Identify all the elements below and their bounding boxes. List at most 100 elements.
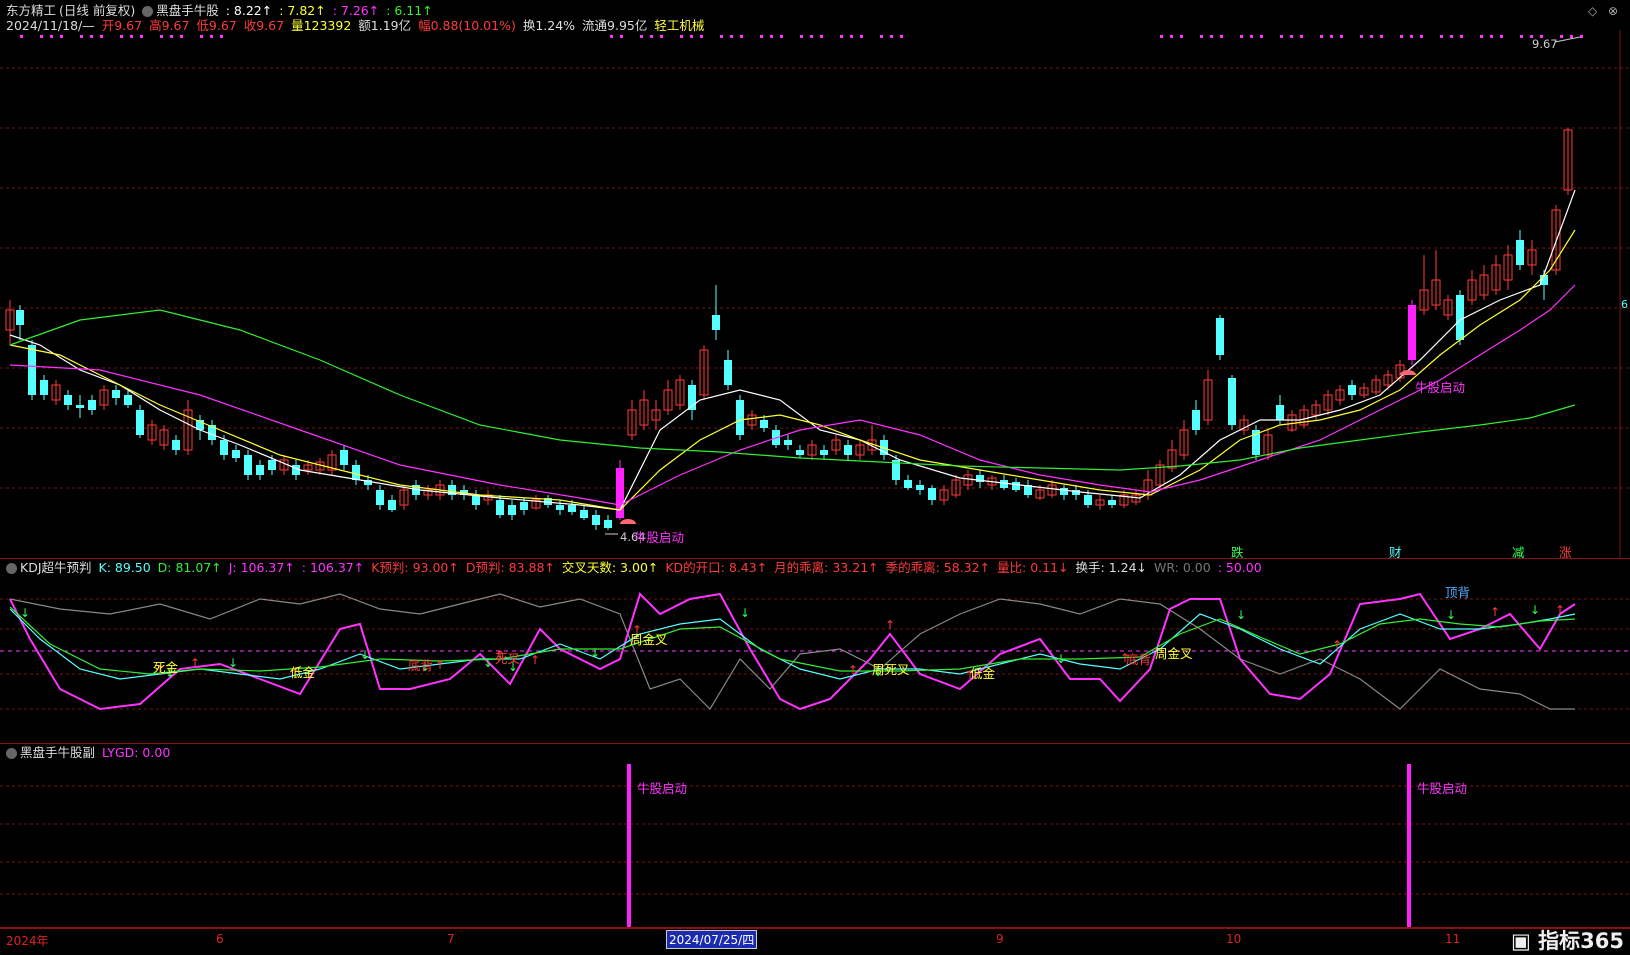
bull-signal-label-2: 牛股启动 <box>1415 380 1466 395</box>
dot-marker <box>880 35 883 38</box>
high-price-label: 9.67 <box>1532 37 1558 51</box>
right-edge-value: 6 <box>1621 298 1628 311</box>
dot-marker <box>640 35 643 38</box>
dot-marker <box>1320 35 1323 38</box>
candle-body <box>592 515 600 525</box>
dot-marker <box>1460 35 1463 38</box>
sub-settings-icon[interactable] <box>6 748 17 759</box>
quote-turnover: 换1.24% <box>522 18 576 33</box>
down-arrow-icon: ↓ <box>590 646 600 660</box>
quote-date: 2024/11/18/— <box>6 18 95 33</box>
up-arrow-icon: ↑ <box>190 656 200 670</box>
candle-body <box>520 502 528 510</box>
dot-marker <box>680 35 683 38</box>
dot-marker <box>1260 35 1263 38</box>
up-arrow-icon: ↑ <box>1555 603 1565 617</box>
dot-marker <box>80 35 83 38</box>
candle-body <box>604 520 612 528</box>
dot-marker <box>1370 35 1373 38</box>
dot-marker <box>1170 35 1173 38</box>
candle-body <box>1348 385 1356 395</box>
dot-marker <box>140 35 143 38</box>
dot-marker <box>810 35 813 38</box>
down-arrow-icon: ↓ <box>228 656 238 670</box>
sub-header: 黑盘手牛股副 LYGD: 0.00 <box>6 746 173 760</box>
dot-marker <box>1340 35 1343 38</box>
dot-marker <box>610 35 613 38</box>
dot-marker <box>760 35 763 38</box>
kdj-cross-days: 交叉天数: 3.00↑ <box>561 560 659 575</box>
candle-body <box>784 440 792 445</box>
candle-body <box>1228 378 1236 425</box>
sub-signal-label-1: 牛股启动 <box>637 781 688 796</box>
kdj-chart[interactable]: ↓↓↓↓↓ ↓ ↓↓↓↓↓↓ ↓ ↓↑ ↑↑↑↑ ↑↑↑↑↑↑↑↑ ↑ <box>0 559 1630 743</box>
xtick-10: 10 <box>1226 932 1242 946</box>
kdj-wr: WR: 0.00 <box>1154 560 1211 575</box>
date-axis[interactable]: 2024年 6 7 2024/07/25/四 9 10 11 ▣ 指标365 <box>0 928 1630 953</box>
selected-date[interactable]: 2024/07/25/四 <box>666 930 758 949</box>
bull-bar-1 <box>627 764 631 927</box>
sub-name: 黑盘手牛股副 <box>20 745 96 760</box>
chart-close-icon[interactable]: ⊗ <box>1608 4 1618 18</box>
dot-marker <box>100 35 103 38</box>
dot-marker <box>770 35 773 38</box>
kdj-settings-icon[interactable] <box>6 563 17 574</box>
candle-body <box>1456 295 1464 340</box>
down-arrow-icon: ↓ <box>1446 608 1456 622</box>
up-arrow-icon: ↑ <box>1332 638 1342 652</box>
quote-industry[interactable]: 轻工机械 <box>654 18 704 33</box>
kdj-vol-ratio: 量比: 0.11↓ <box>997 560 1069 575</box>
candle-body <box>1060 488 1068 495</box>
bull-sub-panel[interactable]: 黑盘手牛股副 LYGD: 0.00 牛股启动 牛股启动 <box>0 744 1630 928</box>
kdj-label-5: 周金叉 <box>630 632 668 647</box>
dot-marker <box>60 35 63 38</box>
quote-float: 流通9.95亿 <box>582 18 648 33</box>
dot-marker <box>1480 35 1483 38</box>
kdj-d-pred: D预判: 83.88↑ <box>465 560 555 575</box>
candle-body <box>844 445 852 455</box>
candle-body <box>16 310 24 325</box>
dot-marker <box>1300 35 1303 38</box>
dot-marker <box>890 35 893 38</box>
dot-marker <box>1330 35 1333 38</box>
down-arrow-icon: ↓ <box>360 648 370 662</box>
kdj-d: D: 81.07↑ <box>157 560 222 575</box>
candle-body <box>496 500 504 515</box>
dot-marker <box>1380 35 1383 38</box>
kdj-indicator-panel[interactable]: ↓ ↓ ↓ ↓ ↓ ↓ ↓ ↓ ↓ ↓ ↓ ↓ ↓ ↓ ↑ ↑ ↑ ↑ ↑ ↑ ↑ ↑ ↑ ↑ ↑ ↑ ↑ ↑ KDJ超牛预判 K: … <box>0 559 1630 744</box>
candle-body <box>124 395 132 405</box>
candle-body <box>568 505 576 512</box>
indicator-settings-icon[interactable] <box>142 6 154 17</box>
candle-body <box>220 440 228 455</box>
dot-marker <box>1410 35 1413 38</box>
candle-body <box>112 390 120 398</box>
dot-marker <box>1280 35 1283 38</box>
candle-body <box>64 395 72 405</box>
bull-sub-chart[interactable] <box>0 744 1630 927</box>
kdj-label-6: 周死叉 <box>872 662 910 677</box>
quote-high: 高9.67 <box>149 18 190 33</box>
down-arrow-icon: ↓ <box>20 606 30 620</box>
brand-logo: ▣ 指标365 <box>1511 929 1624 953</box>
dot-marker <box>620 35 623 38</box>
candle-body <box>268 460 276 470</box>
candlestick-chart[interactable] <box>0 0 1630 558</box>
down-arrow-icon: ↓ <box>1530 603 1540 617</box>
dot-marker <box>1500 35 1503 38</box>
kdj-j2: : 106.37↑ <box>301 560 365 575</box>
main-title-bar: 东方精工 (日线 前复权) 黑盘手牛股 : 8.22↑ : 7.82↑ : 7.2… <box>6 4 436 18</box>
kdj-label-9: 周金叉 <box>1155 646 1193 661</box>
main-chart-panel[interactable]: 东方精工 (日线 前复权) 黑盘手牛股 : 8.22↑ : 7.82↑ : 7.2… <box>0 0 1630 560</box>
dot-marker <box>1160 35 1163 38</box>
candle-body <box>1216 318 1224 355</box>
dot-marker <box>20 35 23 38</box>
dot-marker <box>780 35 783 38</box>
candle-body <box>928 488 936 500</box>
chart-mode: (日线 前复权) <box>59 3 136 18</box>
chart-options-icon[interactable]: ◇ <box>1588 4 1597 18</box>
dot-marker <box>850 35 853 38</box>
down-arrow-icon: ↓ <box>483 656 493 670</box>
indicator-name: 黑盘手牛股 <box>156 3 219 18</box>
stock-name: 东方精工 <box>6 3 57 18</box>
dot-marker <box>160 35 163 38</box>
